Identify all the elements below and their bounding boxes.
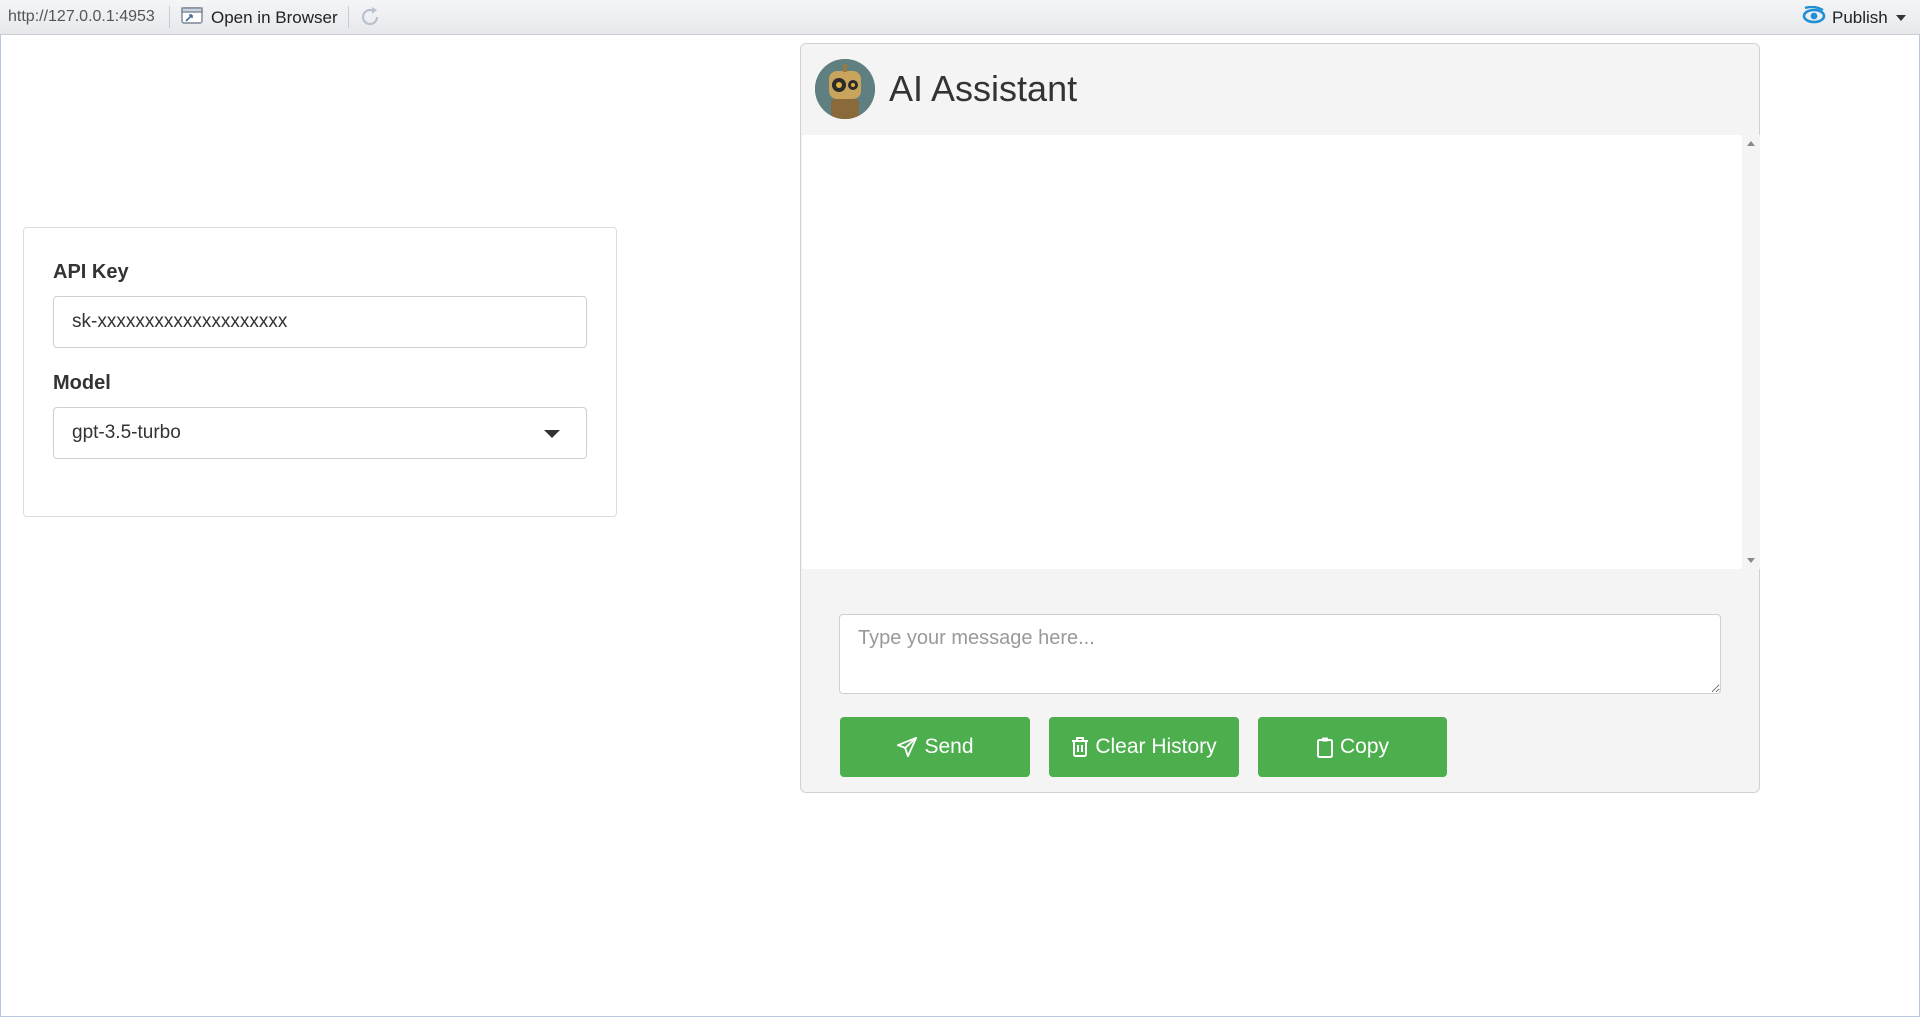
chevron-down-icon	[544, 430, 560, 438]
message-input[interactable]	[839, 614, 1721, 694]
chat-history	[802, 135, 1742, 569]
model-value: gpt-3.5-turbo	[72, 422, 181, 443]
chat-header: AI Assistant	[815, 58, 1077, 120]
trash-icon	[1071, 736, 1089, 758]
copy-label: Copy	[1339, 735, 1390, 758]
chat-history-scrollbar[interactable]	[1742, 135, 1760, 569]
clear-history-button[interactable]: Clear History	[1049, 717, 1239, 777]
api-key-value: sk-xxxxxxxxxxxxxxxxxxxx	[72, 311, 288, 332]
refresh-icon[interactable]	[358, 5, 382, 29]
viewer-toolbar: http://127.0.0.1:4953 Open in Browser Pu…	[0, 0, 1920, 35]
scroll-up-icon[interactable]	[1747, 141, 1755, 146]
open-in-browser-label: Open in Browser	[211, 8, 338, 27]
clipboard-icon	[1316, 736, 1334, 758]
toolbar-divider	[169, 6, 170, 28]
model-label: Model	[53, 372, 111, 394]
url-display: http://127.0.0.1:4953	[8, 8, 155, 25]
publish-dropdown-icon[interactable]	[1896, 15, 1906, 21]
api-key-input[interactable]: sk-xxxxxxxxxxxxxxxxxxxx	[53, 296, 587, 348]
model-select[interactable]: gpt-3.5-turbo	[53, 407, 587, 459]
paper-plane-icon	[896, 736, 918, 758]
open-in-browser-icon	[181, 6, 203, 30]
open-in-browser-button[interactable]: Open in Browser	[181, 6, 338, 30]
publish-button[interactable]: Publish	[1802, 5, 1888, 31]
settings-panel: API Key sk-xxxxxxxxxxxxxxxxxxxx Model gp…	[23, 227, 617, 517]
send-button[interactable]: Send	[840, 717, 1030, 777]
publish-icon	[1802, 5, 1826, 31]
publish-label: Publish	[1832, 8, 1888, 27]
copy-button[interactable]: Copy	[1258, 717, 1447, 777]
chat-panel: AI Assistant Send Clear History Copy	[800, 43, 1760, 793]
send-label: Send	[924, 735, 974, 758]
robot-avatar	[815, 59, 875, 119]
scroll-down-icon[interactable]	[1747, 558, 1755, 563]
api-key-label: API Key	[53, 261, 129, 283]
chat-title: AI Assistant	[889, 68, 1078, 109]
clear-history-label: Clear History	[1095, 735, 1217, 758]
toolbar-divider	[348, 6, 349, 28]
